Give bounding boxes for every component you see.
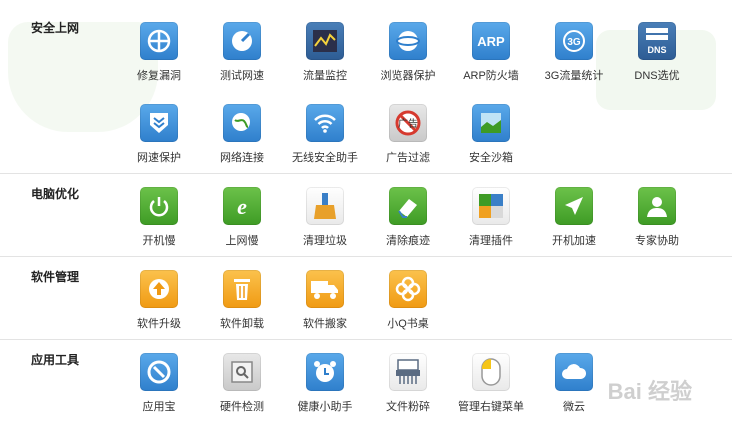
tool-security-sandbox[interactable]: 安全沙箱 [449, 104, 533, 178]
repair-icon [140, 22, 178, 60]
tool-hardware-check[interactable]: 硬件检测 [200, 353, 284, 427]
section-divider [0, 173, 732, 174]
eraser-icon [389, 187, 427, 225]
broom-icon [306, 187, 344, 225]
hardware-check-icon [223, 353, 261, 391]
tool-arp-firewall[interactable]: ARP ARP防火墙 [449, 22, 533, 96]
clover-icon [389, 270, 427, 308]
tool-3g-traffic[interactable]: 3G 3G流量统计 [532, 22, 616, 96]
globe-link-icon [223, 104, 261, 142]
section-divider [0, 256, 732, 257]
tool-slow-boot[interactable]: 开机慢 [117, 187, 201, 261]
wifi-icon [306, 104, 344, 142]
svg-text:ARP: ARP [477, 34, 505, 49]
tool-app-store[interactable]: 应用宝 [117, 353, 201, 427]
puzzle-icon [472, 187, 510, 225]
cloud-icon [555, 353, 593, 391]
upgrade-arrow-icon [140, 270, 178, 308]
dns-icon: DNS [638, 22, 676, 60]
app-store-icon [140, 353, 178, 391]
svg-text:广告: 广告 [398, 117, 418, 130]
tool-clear-traces[interactable]: 清除痕迹 [366, 187, 450, 261]
alarm-clock-icon [306, 353, 344, 391]
tool-network-connection[interactable]: 网络连接 [200, 104, 284, 178]
ad-block-icon: 广告 [389, 104, 427, 142]
rocket-icon [555, 187, 593, 225]
tool-health-helper[interactable]: 健康小助手 [283, 353, 367, 427]
arp-icon: ARP [472, 22, 510, 60]
3g-icon: 3G [555, 22, 593, 60]
trash-icon [223, 270, 261, 308]
tool-wireless-security[interactable]: 无线安全助手 [283, 104, 367, 178]
tool-boot-accelerate[interactable]: 开机加速 [532, 187, 616, 261]
chart-monitor-icon [306, 22, 344, 60]
tool-dns-optimize[interactable]: DNS DNS选优 [615, 22, 699, 96]
tool-file-shredder[interactable]: 文件粉碎 [366, 353, 450, 427]
tool-q-desk[interactable]: 小Q书桌 [366, 270, 450, 344]
sandbox-icon [472, 104, 510, 142]
tool-software-uninstall[interactable]: 软件卸载 [200, 270, 284, 344]
tool-test-speed[interactable]: 测试网速 [200, 22, 284, 96]
tool-clean-plugins[interactable]: 清理插件 [449, 187, 533, 261]
tool-expert-assist[interactable]: 专家协助 [615, 187, 699, 261]
mouse-icon [472, 353, 510, 391]
baidu-jingyan-watermark: Bai 经验 [607, 379, 692, 404]
tool-ad-filter[interactable]: 广告 广告过滤 [366, 104, 450, 178]
tool-software-upgrade[interactable]: 软件升级 [117, 270, 201, 344]
tool-clean-junk[interactable]: 清理垃圾 [283, 187, 367, 261]
tool-slow-internet[interactable]: e 上网慢 [200, 187, 284, 261]
section-title-software-manage: 软件管理 [31, 270, 80, 284]
section-divider [0, 339, 732, 340]
tool-software-move[interactable]: 软件搬家 [283, 270, 367, 344]
tool-traffic-monitor[interactable]: 流量监控 [283, 22, 367, 96]
section-title-app-tools: 应用工具 [31, 353, 80, 367]
svg-text:3G: 3G [567, 37, 581, 48]
expert-icon [638, 187, 676, 225]
speedometer-icon [223, 22, 261, 60]
tool-weiyun[interactable]: 微云 [532, 353, 616, 427]
svg-text:DNS: DNS [647, 45, 666, 55]
chevron-shield-icon [140, 104, 178, 142]
tool-repair-vulnerability[interactable]: 修复漏洞 [117, 22, 201, 96]
tool-browser-protect[interactable]: 浏览器保护 [366, 22, 450, 96]
power-icon [140, 187, 178, 225]
browser-shield-icon [389, 22, 427, 60]
truck-icon [306, 270, 344, 308]
tool-speed-protect[interactable]: 网速保护 [117, 104, 201, 178]
shredder-icon [389, 353, 427, 391]
tool-right-click-menu[interactable]: 管理右键菜单 [449, 353, 533, 427]
section-title-pc-optimize: 电脑优化 [31, 187, 80, 201]
ie-icon: e [223, 187, 261, 225]
svg-text:e: e [237, 194, 247, 219]
section-title-secure-browsing: 安全上网 [31, 21, 80, 35]
